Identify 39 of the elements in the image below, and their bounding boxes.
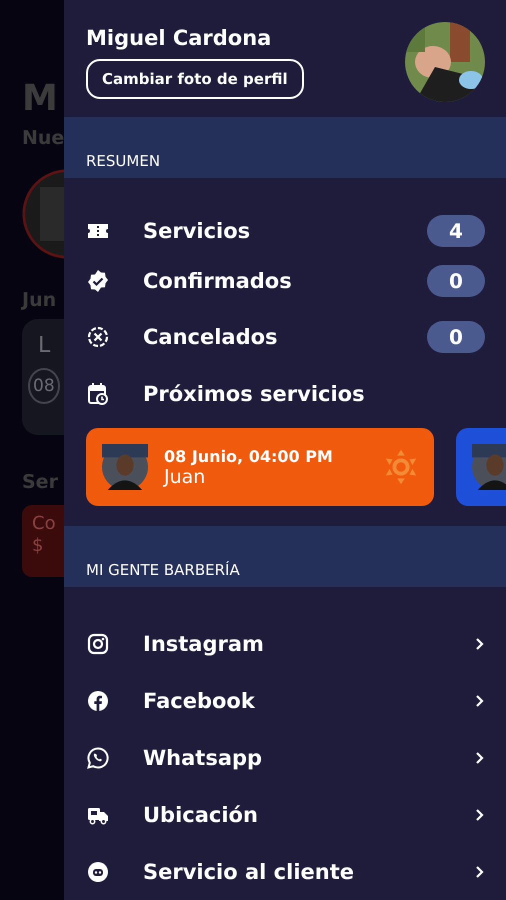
appointment-date: 08 Junio, 04:00 PM [164,446,334,466]
menu-label: Instagram [143,632,265,656]
chevron-right-icon [475,808,485,822]
menu-item[interactable]: Ubicación [86,786,485,843]
chat-bot-icon [86,860,110,884]
chevron-right-icon [475,864,485,878]
price-label: Co [32,513,56,535]
menu-label: Servicio al cliente [143,860,355,884]
summary-label: Servicios [143,219,252,244]
menu-label: Whatsapp [143,746,264,770]
section-title: MI GENTE BARBERÍA [86,561,240,579]
instagram-icon [86,632,110,656]
price-amount: $ [32,534,44,556]
menu-item[interactable]: Instagram [86,615,485,672]
verified-icon [86,269,110,294]
whatsapp-icon [86,746,110,770]
chevron-right-icon [475,750,485,764]
client-name: Juan [164,466,206,488]
day-letter: L [37,333,50,358]
menu-label: Facebook [143,688,256,712]
summary-label: Confirmados [143,269,293,294]
facebook-icon [86,688,110,712]
count-badge: 0 [427,321,485,354]
menu-item[interactable]: Facebook [86,672,485,729]
menu-item[interactable]: Whatsapp [86,729,485,786]
day-number: 08 [28,368,60,404]
summary-label: Próximos servicios [143,382,366,406]
chevron-right-icon [475,636,485,650]
chevron-right-icon [475,694,485,708]
calendar-clock-icon [86,382,110,406]
user-name: Miguel Cardona [86,26,272,50]
cancel-icon [86,325,110,350]
summary-label: Cancelados [143,325,279,350]
section-title: RESUMEN [86,152,160,170]
count-badge: 0 [427,265,485,298]
change-photo-button[interactable]: Cambiar foto de perfil [86,59,304,99]
count-badge: 4 [427,215,485,248]
menu-label: Ubicación [143,802,259,826]
menu-item[interactable]: Servicio al cliente [86,843,485,900]
